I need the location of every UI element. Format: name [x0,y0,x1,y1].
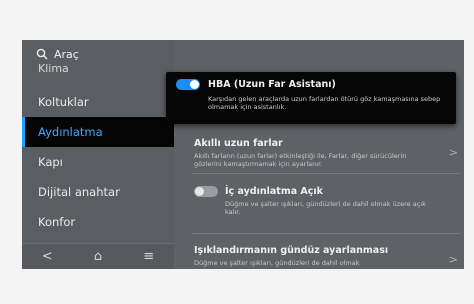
setting-title: İç aydınlatma Açık [225,186,323,197]
sidebar-item-label: Dijital anahtar [38,185,120,199]
interior-lighting-toggle[interactable] [194,186,218,197]
divider [192,173,460,174]
back-icon[interactable]: < [37,249,57,264]
sidebar-item-label: Kapı [38,155,63,169]
sidebar-item-label: Aydınlatma [38,125,103,139]
setting-daytime-lighting[interactable]: Işıklandırmanın gündüz ayarlanması Düğme… [184,239,464,269]
sidebar-item-koltuklar[interactable]: Koltuklar [22,87,174,117]
sidebar: Araç Klima Koltuklar Aydınlatma Kapı Dij… [22,40,174,269]
home-icon[interactable]: ⌂ [88,249,108,264]
setting-description: Akıllı farların (uzun farlar) etkinleşti… [194,152,407,169]
setting-title: Akıllı uzun farlar [194,138,283,149]
chevron-right-icon: > [448,146,458,159]
chevron-right-icon: > [448,253,458,266]
sidebar-item-konfor[interactable]: Konfor [22,207,174,237]
sidebar-item-label: Konfor [38,215,76,229]
search-label: Araç [54,47,79,61]
sidebar-item-kapi[interactable]: Kapı [22,147,174,177]
hba-toggle[interactable] [176,79,200,90]
hba-setting-popup[interactable]: HBA (Uzun Far Asistanı) Karşıdan gelen a… [166,72,456,124]
sidebar-item-aydinlatma[interactable]: Aydınlatma [22,117,174,147]
search-bar[interactable]: Araç [36,46,79,62]
hba-title: HBA (Uzun Far Asistanı) [208,79,336,90]
sidebar-item-label: Koltuklar [38,95,89,109]
hba-description: Karşıdan gelen araçlarda uzun farlardan … [208,95,441,112]
sidebar-item-label: Klima [38,62,69,75]
divider [192,233,460,234]
setting-interior-lighting[interactable]: İç aydınlatma Açık Düğme ve şalter ışıkl… [184,180,464,223]
search-icon [36,48,48,60]
sidebar-item-klima[interactable]: Klima [22,62,174,76]
setting-smart-high-beam[interactable]: Akıllı uzun farlar Akıllı farların (uzun… [184,132,464,175]
sidebar-item-dijital-anahtar[interactable]: Dijital anahtar [22,177,174,207]
setting-description: Düğme ve şalter ışıkları, gündüzleri de … [225,200,426,217]
menu-icon[interactable]: ≡ [139,249,159,264]
bottom-navbar: < ⌂ ≡ [22,243,174,269]
setting-title: Işıklandırmanın gündüz ayarlanması [194,245,389,256]
setting-description: Düğme ve şalter ışıkları, gündüzleri de … [194,259,360,267]
